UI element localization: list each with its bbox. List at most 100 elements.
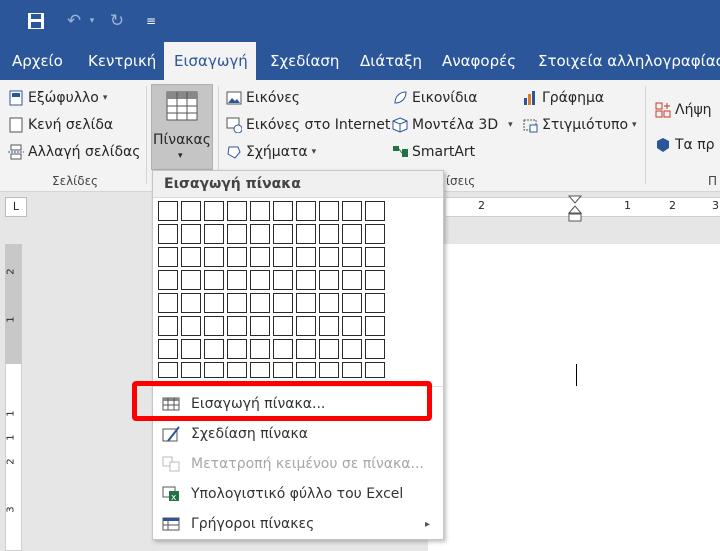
table-grid-cell[interactable] <box>227 224 247 244</box>
repeat-icon[interactable]: ↻ <box>106 8 128 34</box>
table-grid-cell[interactable] <box>296 339 316 359</box>
table-grid-cell[interactable] <box>342 362 362 378</box>
table-grid-cell[interactable] <box>227 339 247 359</box>
table-grid-cell[interactable] <box>181 201 201 221</box>
table-grid-cell[interactable] <box>296 362 316 378</box>
table-grid-cell[interactable] <box>227 270 247 290</box>
table-grid-cell[interactable] <box>273 224 293 244</box>
document-page[interactable] <box>428 244 720 551</box>
table-grid-cell[interactable] <box>365 316 385 336</box>
table-grid-cell[interactable] <box>250 316 270 336</box>
3d-models-button[interactable]: Μοντέλα 3D ▾ <box>392 113 513 137</box>
table-grid-cell[interactable] <box>227 293 247 313</box>
table-grid-cell[interactable] <box>204 339 224 359</box>
table-grid-cell[interactable] <box>181 362 201 378</box>
table-grid-cell[interactable] <box>296 247 316 267</box>
table-grid-cell[interactable] <box>342 339 362 359</box>
horizontal-ruler[interactable] <box>446 197 720 217</box>
table-grid-cell[interactable] <box>342 201 362 221</box>
tab-mailings[interactable]: Στοιχεία αλληλογραφίας <box>528 42 720 80</box>
convert-text-to-table-menu-item[interactable]: Μετατροπή κειμένου σε πίνακα... <box>153 449 443 479</box>
table-grid-cell[interactable] <box>181 293 201 313</box>
table-grid-cell[interactable] <box>204 201 224 221</box>
table-grid-cell[interactable] <box>296 270 316 290</box>
tab-selector[interactable]: L <box>5 197 27 217</box>
table-grid-cell[interactable] <box>158 362 178 378</box>
tab-file[interactable]: Αρχείο <box>2 42 73 80</box>
table-grid-cell[interactable] <box>319 201 339 221</box>
excel-spreadsheet-menu-item[interactable]: x Υπολογιστικό φύλλο του Excel <box>153 479 443 509</box>
table-grid-cell[interactable] <box>319 339 339 359</box>
table-grid-cell[interactable] <box>319 247 339 267</box>
table-grid-cell[interactable] <box>296 293 316 313</box>
table-grid-cell[interactable] <box>158 201 178 221</box>
table-grid-cell[interactable] <box>319 293 339 313</box>
table-grid-cell[interactable] <box>319 270 339 290</box>
table-grid-cell[interactable] <box>342 224 362 244</box>
table-grid-cell[interactable] <box>181 247 201 267</box>
table-grid-cell[interactable] <box>365 270 385 290</box>
customize-qat-icon[interactable]: ≡ <box>142 8 160 34</box>
table-grid-cell[interactable] <box>204 224 224 244</box>
table-grid-cell[interactable] <box>227 201 247 221</box>
table-grid-cell[interactable] <box>342 316 362 336</box>
table-grid-cell[interactable] <box>250 247 270 267</box>
table-grid-cell[interactable] <box>158 270 178 290</box>
tab-design[interactable]: Σχεδίαση <box>260 42 349 80</box>
quick-tables-menu-item[interactable]: Γρήγοροι πίνακες ▸ <box>153 509 443 539</box>
pictures-button[interactable]: Εικόνες <box>226 86 300 110</box>
chart-button[interactable]: Γράφημα <box>522 86 604 110</box>
table-grid-cell[interactable] <box>204 316 224 336</box>
table-grid-cell[interactable] <box>365 224 385 244</box>
table-grid-cell[interactable] <box>181 339 201 359</box>
table-grid-cell[interactable] <box>204 247 224 267</box>
table-grid-cell[interactable] <box>273 293 293 313</box>
tab-insert[interactable]: Εισαγωγή <box>164 42 256 80</box>
table-grid-cell[interactable] <box>250 270 270 290</box>
smartart-button[interactable]: SmartArt <box>392 140 475 164</box>
cover-page-button[interactable]: Εξώφυλλο ▾ <box>8 86 107 110</box>
table-grid-cell[interactable] <box>204 293 224 313</box>
table-button[interactable]: Πίνακας ▾ <box>151 84 213 170</box>
undo-dropdown-icon[interactable]: ▾ <box>86 8 98 34</box>
table-grid-cell[interactable] <box>296 224 316 244</box>
table-grid-cell[interactable] <box>296 201 316 221</box>
undo-icon[interactable]: ↶ <box>62 8 86 34</box>
table-grid-cell[interactable] <box>342 293 362 313</box>
table-grid-cell[interactable] <box>319 316 339 336</box>
table-grid-cell[interactable] <box>250 339 270 359</box>
table-grid-cell[interactable] <box>227 362 247 378</box>
table-grid-cell[interactable] <box>158 316 178 336</box>
shapes-button[interactable]: Σχήματα ▾ <box>226 140 316 164</box>
icons-button[interactable]: Εικονίδια <box>392 86 478 110</box>
table-grid-cell[interactable] <box>365 201 385 221</box>
save-icon[interactable] <box>24 8 48 34</box>
table-grid-cell[interactable] <box>273 247 293 267</box>
table-grid-cell[interactable] <box>204 270 224 290</box>
indent-marker[interactable] <box>567 195 583 227</box>
table-grid-cell[interactable] <box>342 247 362 267</box>
table-grid-cell[interactable] <box>273 316 293 336</box>
table-grid-cell[interactable] <box>181 224 201 244</box>
tab-references[interactable]: Αναφορές <box>432 42 526 80</box>
screenshot-button[interactable]: Στιγμιότυπο ▾ <box>522 113 637 137</box>
table-grid-cell[interactable] <box>365 339 385 359</box>
online-pictures-button[interactable]: Εικόνες στο Internet <box>226 113 390 137</box>
draw-table-menu-item[interactable]: Σχεδίαση πίνακα <box>153 419 443 449</box>
table-grid-cell[interactable] <box>365 247 385 267</box>
blank-page-button[interactable]: Κενή σελίδα <box>8 113 113 137</box>
get-addins-button[interactable]: Λήψη <box>655 98 712 122</box>
table-grid-cell[interactable] <box>158 247 178 267</box>
table-grid-cell[interactable] <box>319 362 339 378</box>
table-grid-cell[interactable] <box>250 224 270 244</box>
tab-home[interactable]: Κεντρική <box>78 42 166 80</box>
table-grid-cell[interactable] <box>158 293 178 313</box>
table-grid-cell[interactable] <box>273 201 293 221</box>
table-grid-cell[interactable] <box>227 316 247 336</box>
table-grid-cell[interactable] <box>342 270 362 290</box>
table-grid-cell[interactable] <box>250 362 270 378</box>
table-grid-cell[interactable] <box>365 362 385 378</box>
table-grid-cell[interactable] <box>319 224 339 244</box>
table-grid-cell[interactable] <box>181 270 201 290</box>
table-grid-cell[interactable] <box>273 270 293 290</box>
